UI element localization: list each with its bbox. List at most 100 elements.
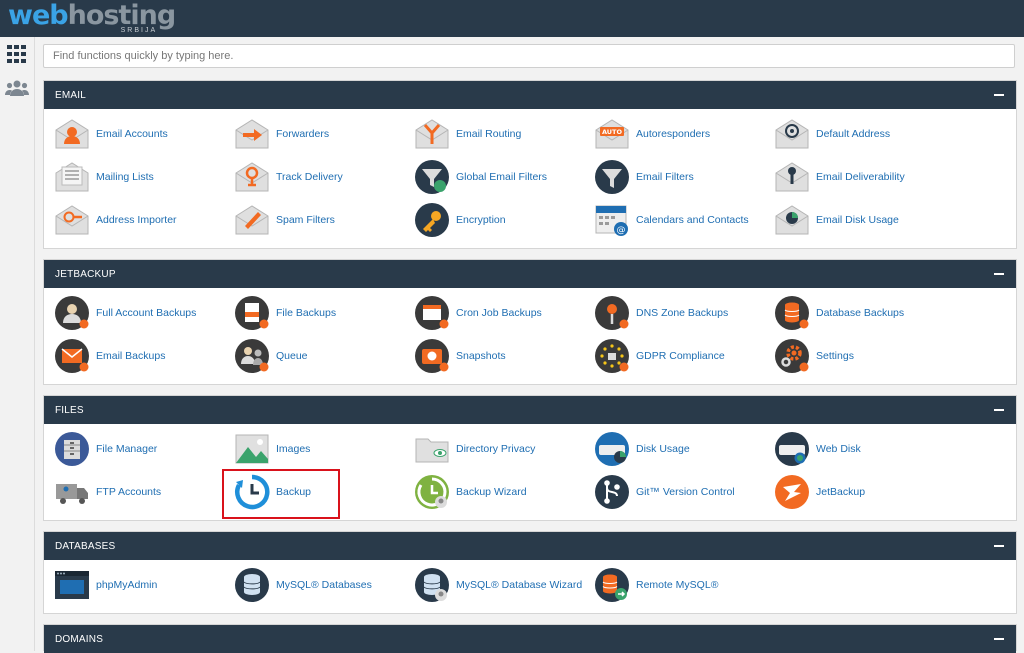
backup-highlight-box bbox=[222, 469, 340, 519]
panel-title: JETBACKUP bbox=[55, 268, 116, 280]
snapshots-icon bbox=[414, 338, 450, 374]
main-content bbox=[43, 44, 1017, 68]
item-email-filters[interactable]: Email Filters bbox=[584, 157, 762, 197]
item-phpmyadmin[interactable]: phpMyAdmin bbox=[44, 565, 222, 605]
item-global-email-filters[interactable]: Global Email Filters bbox=[404, 157, 582, 197]
users-icon[interactable] bbox=[5, 77, 29, 99]
apps-grid-icon[interactable] bbox=[5, 43, 29, 65]
images-icon bbox=[234, 431, 270, 467]
remote-mysql-icon bbox=[594, 567, 630, 603]
gdpr-compliance-icon bbox=[594, 338, 630, 374]
email-filters-icon bbox=[594, 159, 630, 195]
item-calendars-contacts[interactable]: @ Calendars and Contacts bbox=[584, 200, 762, 240]
panel-files-header[interactable]: FILES bbox=[44, 396, 1016, 424]
item-queue[interactable]: Queue bbox=[224, 336, 402, 376]
spam-filters-icon bbox=[234, 202, 270, 238]
sidebar bbox=[0, 37, 35, 651]
panel-databases-header[interactable]: DATABASES bbox=[44, 532, 1016, 560]
item-images[interactable]: Images bbox=[224, 429, 402, 469]
track-delivery-icon bbox=[234, 159, 270, 195]
panel-title: DOMAINS bbox=[55, 633, 104, 645]
webhosting-logo[interactable]: webhosting SRBIJA bbox=[8, 0, 176, 37]
item-track-delivery[interactable]: Track Delivery bbox=[224, 157, 402, 197]
item-default-address[interactable]: Default Address bbox=[764, 114, 942, 154]
item-disk-usage[interactable]: Disk Usage bbox=[584, 429, 762, 469]
file-backups-icon bbox=[234, 295, 270, 331]
email-accounts-icon bbox=[54, 116, 90, 152]
item-encryption[interactable]: Encryption bbox=[404, 200, 582, 240]
top-bar: webhosting SRBIJA bbox=[0, 0, 1024, 37]
svg-text:@: @ bbox=[617, 226, 626, 236]
panel-email-header[interactable]: EMAIL bbox=[44, 81, 1016, 109]
item-email-routing[interactable]: Email Routing bbox=[404, 114, 582, 154]
item-remote-mysql[interactable]: Remote MySQL® bbox=[584, 565, 762, 605]
file-manager-icon bbox=[54, 431, 90, 467]
item-directory-privacy[interactable]: Directory Privacy bbox=[404, 429, 582, 469]
item-autoresponders[interactable]: AUTO Autoresponders bbox=[584, 114, 762, 154]
global-email-filters-icon bbox=[414, 159, 450, 195]
item-settings[interactable]: Settings bbox=[764, 336, 942, 376]
item-file-backups[interactable]: File Backups bbox=[224, 293, 402, 333]
item-backup-wizard[interactable]: Backup Wizard bbox=[404, 472, 582, 512]
calendars-contacts-icon: @ bbox=[594, 202, 630, 238]
item-email-disk-usage[interactable]: Email Disk Usage bbox=[764, 200, 942, 240]
dns-zone-backups-icon bbox=[594, 295, 630, 331]
settings-icon bbox=[774, 338, 810, 374]
collapse-icon[interactable] bbox=[994, 638, 1004, 640]
web-disk-icon bbox=[774, 431, 810, 467]
item-mysql-database-wizard[interactable]: MySQL® Database Wizard bbox=[404, 565, 582, 605]
git-version-control-icon bbox=[594, 474, 630, 510]
panel-title: FILES bbox=[55, 404, 84, 416]
collapse-icon[interactable] bbox=[994, 409, 1004, 411]
panel-title: EMAIL bbox=[55, 89, 87, 101]
item-web-disk[interactable]: Web Disk bbox=[764, 429, 942, 469]
backup-wizard-icon bbox=[414, 474, 450, 510]
panel-jetbackup: JETBACKUP Full Account Backups File Back… bbox=[43, 259, 1017, 385]
item-spam-filters[interactable]: Spam Filters bbox=[224, 200, 402, 240]
search-input[interactable] bbox=[43, 44, 1015, 68]
item-database-backups[interactable]: Database Backups bbox=[764, 293, 942, 333]
database-backups-icon bbox=[774, 295, 810, 331]
email-disk-usage-icon bbox=[774, 202, 810, 238]
item-email-backups[interactable]: Email Backups bbox=[44, 336, 222, 376]
item-full-account-backups[interactable]: Full Account Backups bbox=[44, 293, 222, 333]
address-importer-icon bbox=[54, 202, 90, 238]
item-jetbackup[interactable]: JetBackup bbox=[764, 472, 942, 512]
panel-databases: DATABASES phpMyAdmin MySQL® Databases My… bbox=[43, 531, 1017, 614]
panel-email: EMAIL Email Accounts Forwarders Email Ro… bbox=[43, 80, 1017, 249]
item-forwarders[interactable]: Forwarders bbox=[224, 114, 402, 154]
svg-text:AUTO: AUTO bbox=[602, 128, 623, 136]
directory-privacy-icon bbox=[414, 431, 450, 467]
item-cron-job-backups[interactable]: Cron Job Backups bbox=[404, 293, 582, 333]
collapse-icon[interactable] bbox=[994, 273, 1004, 275]
item-gdpr-compliance[interactable]: GDPR Compliance bbox=[584, 336, 762, 376]
mysql-database-wizard-icon bbox=[414, 567, 450, 603]
collapse-icon[interactable] bbox=[994, 545, 1004, 547]
mailing-lists-icon bbox=[54, 159, 90, 195]
collapse-icon[interactable] bbox=[994, 94, 1004, 96]
panel-jetbackup-header[interactable]: JETBACKUP bbox=[44, 260, 1016, 288]
item-snapshots[interactable]: Snapshots bbox=[404, 336, 582, 376]
item-ftp-accounts[interactable]: FTP Accounts bbox=[44, 472, 222, 512]
item-address-importer[interactable]: Address Importer bbox=[44, 200, 222, 240]
disk-usage-icon bbox=[594, 431, 630, 467]
forwarders-icon bbox=[234, 116, 270, 152]
panel-domains: DOMAINS bbox=[43, 624, 1017, 653]
item-email-deliverability[interactable]: Email Deliverability bbox=[764, 157, 942, 197]
item-email-accounts[interactable]: Email Accounts bbox=[44, 114, 222, 154]
item-mysql-databases[interactable]: MySQL® Databases bbox=[224, 565, 402, 605]
encryption-icon bbox=[414, 202, 450, 238]
panel-domains-header[interactable]: DOMAINS bbox=[44, 625, 1016, 653]
mysql-databases-icon bbox=[234, 567, 270, 603]
default-address-icon bbox=[774, 116, 810, 152]
queue-icon bbox=[234, 338, 270, 374]
item-file-manager[interactable]: File Manager bbox=[44, 429, 222, 469]
item-dns-zone-backups[interactable]: DNS Zone Backups bbox=[584, 293, 762, 333]
jetbackup-icon bbox=[774, 474, 810, 510]
item-mailing-lists[interactable]: Mailing Lists bbox=[44, 157, 222, 197]
item-git-version-control[interactable]: Git™ Version Control bbox=[584, 472, 762, 512]
email-routing-icon bbox=[414, 116, 450, 152]
ftp-accounts-icon bbox=[54, 474, 90, 510]
full-account-backups-icon bbox=[54, 295, 90, 331]
cron-job-backups-icon bbox=[414, 295, 450, 331]
